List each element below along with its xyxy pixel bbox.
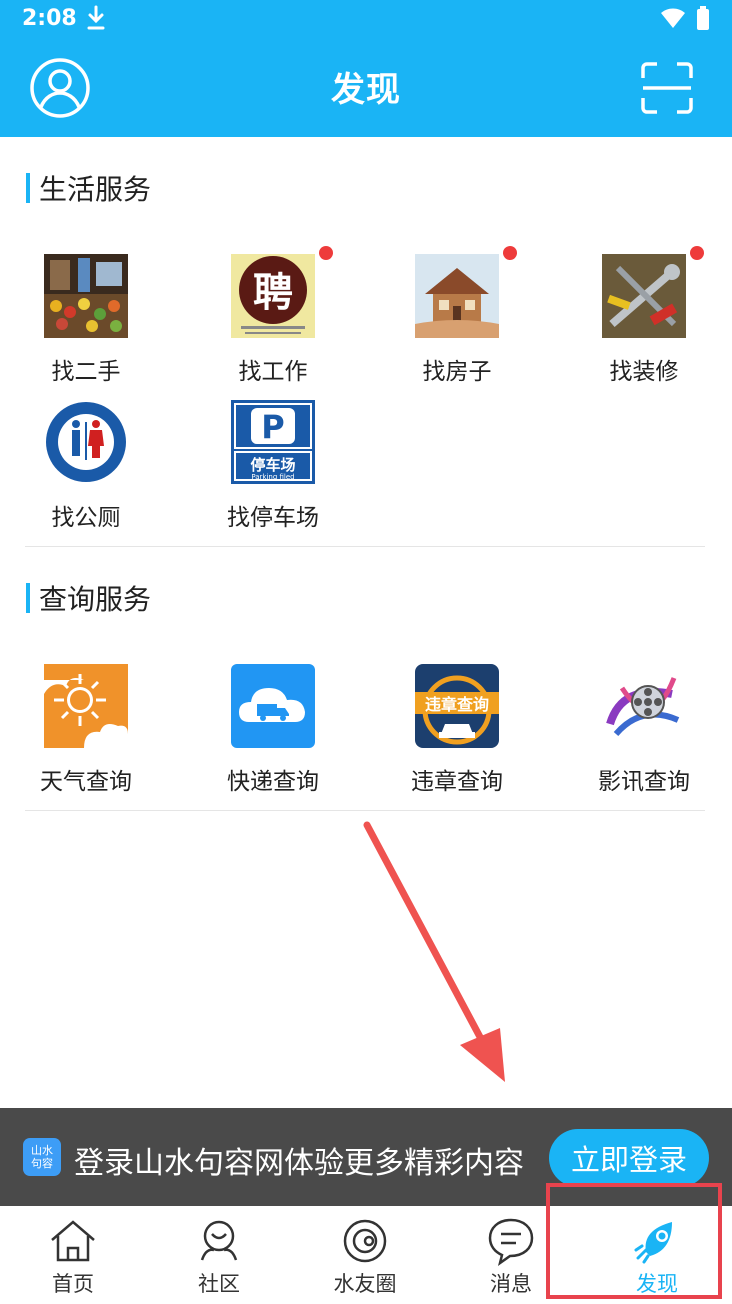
violation-icon-text: 违章查询 bbox=[425, 695, 489, 714]
message-icon bbox=[488, 1218, 534, 1266]
secondhand-market-icon bbox=[44, 254, 128, 338]
page-title: 发现 bbox=[331, 70, 401, 110]
service-label: 找工作 bbox=[238, 359, 308, 385]
service-house[interactable]: 找房子 bbox=[387, 246, 527, 385]
parking-p-text: P bbox=[261, 408, 284, 446]
weather-icon bbox=[44, 664, 128, 748]
logo-line1: 山水 bbox=[31, 1144, 53, 1157]
service-label: 找公厕 bbox=[51, 505, 121, 531]
scan-icon[interactable] bbox=[641, 62, 693, 114]
job-recruit-icon: 聘 bbox=[231, 254, 315, 338]
download-icon bbox=[86, 4, 106, 36]
section-query-services: 查询服务 bbox=[26, 580, 151, 616]
parking-en-text: Parking filed bbox=[251, 473, 294, 481]
section-title: 生活服务 bbox=[39, 173, 152, 206]
service-secondhand[interactable]: 找二手 bbox=[16, 254, 156, 385]
new-badge bbox=[319, 246, 333, 260]
parking-icon: P 停车场 Parking filed bbox=[231, 400, 315, 484]
nav-circle[interactable]: 水友圈 bbox=[292, 1206, 438, 1304]
service-label: 找装修 bbox=[609, 359, 679, 385]
login-banner-text: 登录山水句容网体验更多精彩内容 bbox=[74, 1146, 524, 1181]
service-label: 快递查询 bbox=[227, 769, 319, 795]
status-icons bbox=[660, 6, 710, 30]
service-parking[interactable]: P 停车场 Parking filed 找停车场 bbox=[203, 400, 343, 531]
service-weather[interactable]: 天气查询 bbox=[16, 664, 156, 795]
nav-home[interactable]: 首页 bbox=[0, 1206, 146, 1304]
service-express[interactable]: 快递查询 bbox=[203, 664, 343, 795]
nav-label: 水友圈 bbox=[333, 1272, 397, 1296]
login-button[interactable]: 立即登录 bbox=[549, 1129, 709, 1187]
service-label: 找二手 bbox=[51, 359, 121, 385]
new-badge bbox=[503, 246, 517, 260]
annotation-highlight-box bbox=[546, 1183, 722, 1299]
service-toilet[interactable]: 找公厕 bbox=[16, 400, 156, 531]
job-icon-text: 聘 bbox=[253, 270, 293, 316]
toilet-icon bbox=[44, 400, 128, 484]
circle-icon bbox=[343, 1219, 387, 1263]
section-life-services: 生活服务 bbox=[26, 170, 151, 206]
section-accent-bar bbox=[26, 173, 30, 203]
logo-line2: 句容 bbox=[31, 1157, 53, 1170]
service-label: 找房子 bbox=[422, 359, 492, 385]
divider bbox=[25, 810, 705, 811]
home-icon bbox=[51, 1220, 95, 1262]
nav-label: 社区 bbox=[198, 1272, 240, 1296]
parking-cn-text: 停车场 bbox=[250, 456, 295, 474]
service-label: 找停车场 bbox=[227, 505, 319, 531]
traffic-violation-icon: 违章查询 bbox=[415, 664, 499, 748]
service-label: 影讯查询 bbox=[598, 769, 690, 795]
wifi-icon bbox=[661, 8, 685, 28]
service-renovation[interactable]: 找装修 bbox=[574, 246, 714, 385]
movie-reel-icon bbox=[602, 664, 686, 748]
section-accent-bar bbox=[26, 583, 30, 613]
community-icon bbox=[200, 1220, 238, 1261]
nav-community[interactable]: 社区 bbox=[146, 1206, 292, 1304]
new-badge bbox=[690, 246, 704, 260]
section-title: 查询服务 bbox=[39, 583, 152, 616]
service-job[interactable]: 聘 找工作 bbox=[203, 246, 343, 385]
service-label: 违章查询 bbox=[411, 769, 503, 795]
status-time: 2:08 bbox=[22, 6, 77, 31]
app-logo-icon: 山水 句容 bbox=[23, 1138, 61, 1176]
service-label: 天气查询 bbox=[40, 769, 132, 795]
tools-icon bbox=[602, 254, 686, 338]
express-truck-icon bbox=[231, 664, 315, 748]
service-violation[interactable]: 违章查询 违章查询 bbox=[387, 664, 527, 795]
battery-icon bbox=[697, 6, 709, 30]
top-bar: 2:08 发现 bbox=[0, 0, 732, 137]
house-icon bbox=[415, 254, 499, 338]
nav-label: 首页 bbox=[52, 1272, 94, 1296]
service-movie[interactable]: 影讯查询 bbox=[574, 664, 714, 795]
divider bbox=[25, 546, 705, 547]
